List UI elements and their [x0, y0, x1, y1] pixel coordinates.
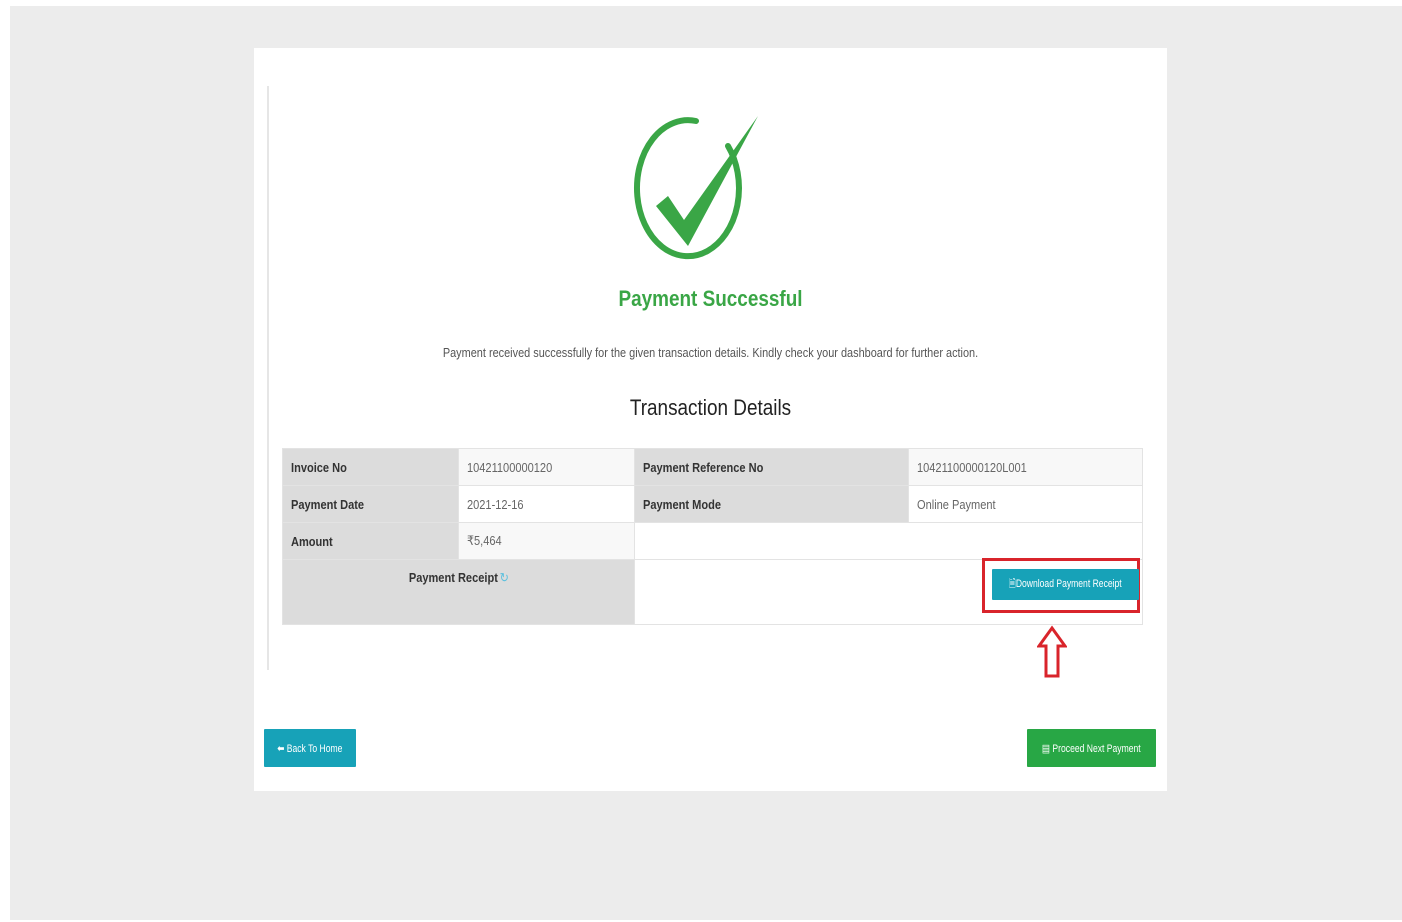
payment-date-label: Payment Date — [282, 485, 459, 523]
transaction-details-heading: Transaction Details — [629, 395, 792, 420]
amount-label: Amount — [282, 522, 459, 560]
invoice-no-value: 10421100000120 — [458, 448, 635, 486]
reference-no-label: Payment Reference No — [634, 448, 909, 486]
page-background: Payment Successful Payment received succ… — [10, 6, 1402, 920]
left-divider — [267, 86, 269, 670]
arrow-up-icon — [1037, 625, 1067, 678]
list-icon: ▤ — [1042, 742, 1051, 755]
check-circle-icon — [633, 116, 758, 260]
table-row: Amount ₹5,464 — [282, 522, 1143, 560]
payment-status-message: Payment received successfully for the gi… — [442, 345, 979, 360]
table-row: Invoice No 10421100000120 Payment Refere… — [282, 448, 1143, 486]
payment-mode-label: Payment Mode — [634, 485, 909, 523]
external-link-icon: ↻ — [499, 570, 509, 585]
arrow-left-icon: ⬅ — [277, 742, 285, 755]
back-to-home-button[interactable]: ⬅ Back To Home — [264, 729, 356, 767]
payment-status-title: Payment Successful — [618, 286, 803, 311]
payment-mode-value: Online Payment — [908, 485, 1143, 523]
table-row: Payment Date 2021-12-16 Payment Mode Onl… — [282, 485, 1143, 523]
proceed-next-payment-button[interactable]: ▤ Proceed Next Payment — [1027, 729, 1156, 767]
invoice-no-label: Invoice No — [282, 448, 459, 486]
empty-cell — [634, 522, 1143, 560]
payment-receipt-label: Payment Receipt ↻ — [282, 559, 635, 625]
payment-date-value: 2021-12-16 — [458, 485, 635, 523]
amount-value: ₹5,464 — [458, 522, 635, 560]
reference-no-value: 10421100000120L001 — [908, 448, 1143, 486]
payment-success-card: Payment Successful Payment received succ… — [254, 48, 1167, 791]
download-receipt-button[interactable]: 🗎Download Payment Receipt — [992, 569, 1139, 600]
